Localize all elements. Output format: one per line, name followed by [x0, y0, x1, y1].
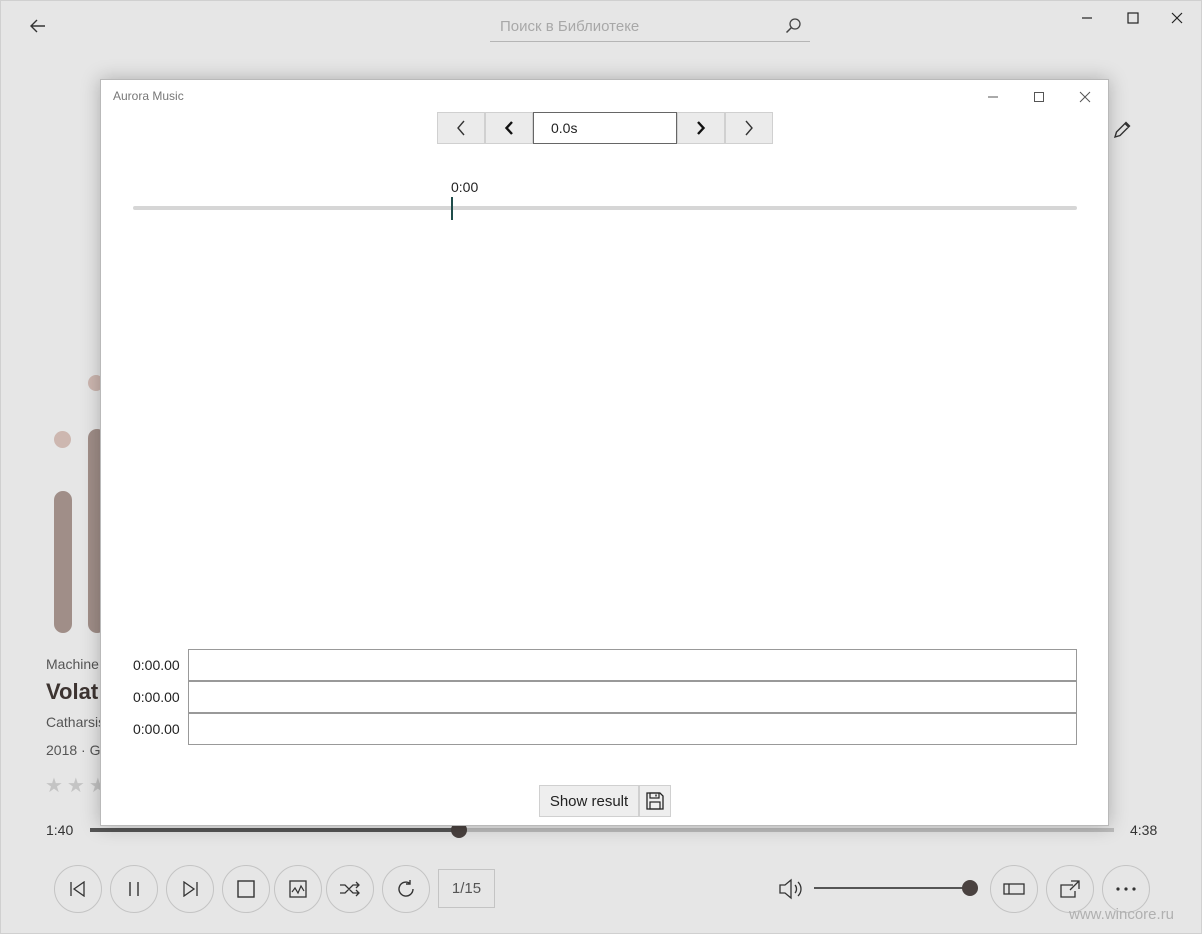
lyric-row: 0:00.00: [133, 681, 1077, 713]
track-title: Volat: [46, 679, 99, 704]
lyric-text-input[interactable]: [188, 681, 1077, 713]
lyric-row: 0:00.00: [133, 713, 1077, 745]
timeline-cursor[interactable]: [451, 197, 453, 220]
save-button[interactable]: [639, 785, 671, 817]
step-forward-large-button[interactable]: [725, 112, 773, 144]
chevron-right-icon: [745, 120, 753, 136]
volume-icon[interactable]: [777, 877, 805, 901]
repeat-icon: [398, 880, 414, 897]
more-icon: [1116, 887, 1136, 891]
lyric-row: 0:00.00: [133, 649, 1077, 681]
step-forward-small-button[interactable]: [677, 112, 725, 144]
back-button[interactable]: [23, 13, 53, 39]
volume-thumb[interactable]: [962, 880, 978, 896]
lyric-text-input[interactable]: [188, 649, 1077, 681]
share-icon: [1060, 880, 1080, 898]
pause-button[interactable]: [110, 865, 158, 913]
chevron-left-icon: [457, 120, 465, 136]
minimize-icon: [988, 96, 998, 98]
timeline-track[interactable]: [133, 206, 1077, 210]
progress-fill: [90, 828, 459, 832]
total-time: 4:38: [1130, 822, 1158, 838]
library-search: [490, 12, 810, 42]
search-input[interactable]: [490, 12, 780, 40]
skip-next-icon: [183, 881, 198, 897]
maximize-icon: [1127, 12, 1139, 24]
lyric-timestamp[interactable]: 0:00.00: [133, 689, 180, 705]
compact-view-button[interactable]: [990, 865, 1038, 913]
skip-previous-icon: [70, 881, 85, 897]
volume-slider[interactable]: [814, 880, 978, 896]
chevron-right-bold-icon: [697, 121, 706, 135]
close-icon: [1079, 91, 1091, 103]
lyrics-editor-dialog: Aurora Music 0:00 0:00.00 0:00.00 0:00.0…: [100, 79, 1109, 826]
lyric-text-input[interactable]: [188, 713, 1077, 745]
compact-view-icon: [1003, 883, 1025, 895]
close-button[interactable]: [1155, 5, 1199, 31]
timeline-position-label: 0:00: [451, 179, 479, 195]
search-icon[interactable]: [784, 17, 802, 35]
maximize-button[interactable]: [1111, 5, 1155, 31]
dialog-title: Aurora Music: [113, 89, 184, 103]
track-album[interactable]: Catharsis: [46, 714, 105, 730]
stop-button[interactable]: [222, 865, 270, 913]
track-year-genre: 2018 · Gr: [46, 742, 106, 758]
minimize-icon: [1082, 17, 1092, 19]
album-art-bar: [54, 491, 72, 633]
track-artist[interactable]: Machine: [46, 656, 99, 672]
floppy-disk-icon: [646, 792, 664, 810]
watermark: www.wincore.ru: [1069, 906, 1175, 923]
shuffle-button[interactable]: [326, 865, 374, 913]
progress-slider[interactable]: [90, 822, 1114, 838]
back-arrow-icon: [30, 19, 45, 33]
visualizer-button[interactable]: [274, 865, 322, 913]
dialog-minimize-button[interactable]: [971, 84, 1015, 110]
current-time: 1:40: [46, 822, 74, 838]
pencil-icon[interactable]: [1111, 119, 1133, 141]
lyric-timestamp[interactable]: 0:00.00: [133, 721, 180, 737]
show-result-button[interactable]: Show result: [539, 785, 639, 817]
lyric-timestamp[interactable]: 0:00.00: [133, 657, 180, 673]
offset-input[interactable]: [533, 112, 677, 144]
minimize-button[interactable]: [1065, 5, 1109, 31]
dialog-maximize-button[interactable]: [1017, 84, 1061, 110]
close-icon: [1171, 12, 1183, 24]
maximize-icon: [1034, 92, 1044, 102]
chart-icon: [289, 880, 307, 898]
pause-icon: [129, 882, 139, 896]
stop-icon: [237, 880, 255, 898]
album-art-dot: [54, 431, 71, 448]
shuffle-icon: [340, 881, 360, 897]
step-back-small-button[interactable]: [485, 112, 533, 144]
step-back-large-button[interactable]: [437, 112, 485, 144]
next-button[interactable]: [166, 865, 214, 913]
repeat-button[interactable]: [382, 865, 430, 913]
dialog-close-button[interactable]: [1063, 84, 1107, 110]
previous-button[interactable]: [54, 865, 102, 913]
chevron-left-bold-icon: [504, 121, 513, 135]
track-counter[interactable]: 1/15: [438, 869, 495, 908]
